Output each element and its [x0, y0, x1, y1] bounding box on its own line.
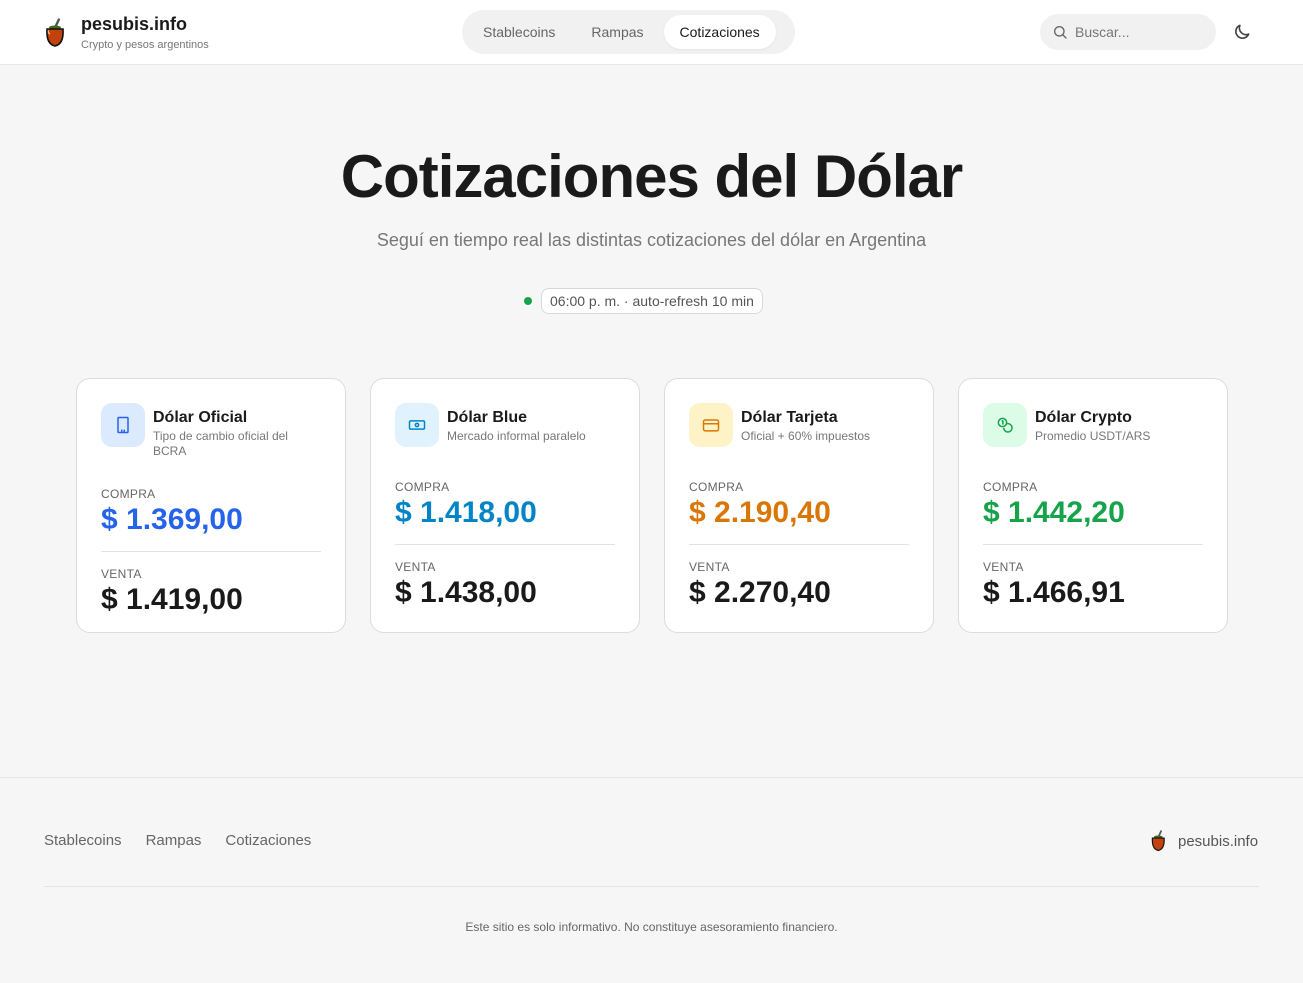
- coins-icon: [983, 403, 1027, 447]
- quote-cards: Dólar Oficial Tipo de cambio oficial del…: [76, 378, 1228, 633]
- search-icon: [1054, 26, 1067, 39]
- divider: [395, 544, 615, 545]
- main-nav: Stablecoins Rampas Cotizaciones: [462, 10, 795, 54]
- card-title: Dólar Oficial: [153, 409, 248, 426]
- nav-stablecoins[interactable]: Stablecoins: [467, 15, 571, 49]
- card-title: Dólar Tarjeta: [741, 409, 838, 426]
- footer-brand[interactable]: pesubis.info: [1150, 830, 1258, 852]
- buy-price: $ 1.418,00: [395, 496, 537, 529]
- footer-links: Stablecoins Rampas Cotizaciones: [44, 832, 335, 849]
- search-input[interactable]: [1075, 24, 1205, 40]
- nav-rampas[interactable]: Rampas: [575, 15, 659, 49]
- page-title: Cotizaciones del Dólar: [340, 143, 963, 210]
- credit-card-icon: [689, 403, 733, 447]
- nav-cotizaciones[interactable]: Cotizaciones: [663, 15, 776, 49]
- buy-label: COMPRA: [101, 487, 156, 501]
- divider: [983, 544, 1203, 545]
- buy-price: $ 1.369,00: [101, 503, 243, 536]
- page-subtitle: Seguí en tiempo real las distintas cotiz…: [376, 230, 927, 250]
- sell-price: $ 2.270,40: [689, 576, 831, 609]
- sell-label: VENTA: [395, 560, 436, 574]
- card-dolar-tarjeta: Dólar Tarjeta Oficial + 60% impuestos CO…: [664, 378, 934, 633]
- banknote-icon: [395, 403, 439, 447]
- buy-label: COMPRA: [689, 480, 744, 494]
- buy-label: COMPRA: [983, 480, 1038, 494]
- divider: [689, 544, 909, 545]
- footer-link-cotizaciones[interactable]: Cotizaciones: [225, 832, 311, 849]
- mate-logo-icon: [1151, 830, 1165, 852]
- footer: Stablecoins Rampas Cotizaciones pesubis.…: [0, 777, 1303, 983]
- card-title: Dólar Blue: [447, 409, 528, 426]
- footer-brand-name: pesubis.info: [1178, 832, 1259, 850]
- refresh-status: 06:00 p. m. · auto-refresh 10 min: [524, 288, 763, 314]
- card-dolar-blue: Dólar Blue Mercado informal paralelo COM…: [370, 378, 640, 633]
- card-description: Promedio USDT/ARS: [1035, 429, 1151, 443]
- status-pill: 06:00 p. m. · auto-refresh 10 min: [541, 288, 763, 314]
- card-description: Tipo de cambio oficial del BCRA: [153, 429, 288, 458]
- building-icon: [101, 403, 145, 447]
- brand-tagline: Crypto y pesos argentinos: [81, 39, 209, 51]
- footer-divider: [44, 886, 1259, 887]
- card-description: Mercado informal paralelo: [447, 429, 586, 443]
- sell-label: VENTA: [101, 567, 142, 581]
- buy-price: $ 1.442,20: [983, 496, 1125, 529]
- buy-label: COMPRA: [395, 480, 450, 494]
- card-dolar-crypto: Dólar Crypto Promedio USDT/ARS COMPRA $ …: [958, 378, 1228, 633]
- mate-logo-icon: [46, 18, 64, 47]
- buy-price: $ 2.190,40: [689, 496, 831, 529]
- disclaimer: Este sitio es solo informativo. No const…: [465, 920, 838, 934]
- live-dot-icon: [524, 297, 532, 305]
- sell-price: $ 1.419,00: [101, 583, 243, 616]
- search-box[interactable]: [1040, 14, 1216, 50]
- card-dolar-oficial: Dólar Oficial Tipo de cambio oficial del…: [76, 378, 346, 633]
- footer-link-rampas[interactable]: Rampas: [146, 832, 202, 849]
- sell-price: $ 1.438,00: [395, 576, 537, 609]
- moon-icon[interactable]: [1232, 22, 1252, 42]
- brand-name: pesubis.info: [81, 14, 188, 34]
- sell-label: VENTA: [983, 560, 1024, 574]
- sell-label: VENTA: [689, 560, 730, 574]
- card-description: Oficial + 60% impuestos: [741, 429, 871, 443]
- footer-link-stablecoins[interactable]: Stablecoins: [44, 832, 122, 849]
- brand[interactable]: pesubis.info Crypto y pesos argentinos: [44, 14, 209, 52]
- top-header: pesubis.info Crypto y pesos argentinos S…: [0, 0, 1303, 65]
- divider: [101, 551, 321, 552]
- sell-price: $ 1.466,91: [983, 576, 1125, 609]
- card-title: Dólar Crypto: [1035, 409, 1132, 426]
